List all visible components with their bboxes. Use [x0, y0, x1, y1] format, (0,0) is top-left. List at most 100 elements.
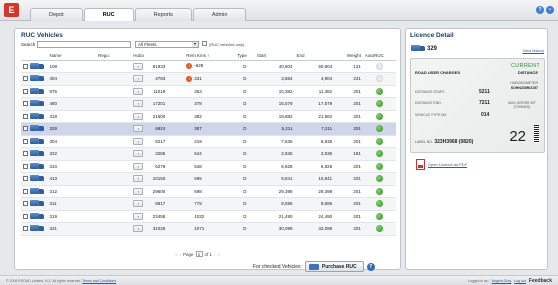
terms-link[interactable]: Terms and Conditions — [82, 279, 116, 283]
tab-admin[interactable]: Admin — [192, 8, 247, 21]
autoruc-on-icon[interactable] — [375, 150, 383, 158]
next-page-icon[interactable]: › — [214, 252, 216, 257]
column-type[interactable]: Type — [234, 51, 255, 61]
vehicle-name[interactable]: 319 — [47, 210, 96, 223]
table-row[interactable]: 311 ‹ 8817 779 D 8,595 9,595 201 — [21, 197, 396, 211]
column-end[interactable]: End — [294, 51, 335, 61]
settings-icon[interactable]: • — [546, 6, 554, 14]
vehicle-name[interactable]: 480 — [47, 97, 96, 111]
vehicle-name[interactable]: 312 — [47, 185, 96, 198]
column-weight[interactable]: Weight — [334, 51, 363, 61]
fleet-select[interactable]: All Fleets ▼ — [135, 41, 199, 48]
vehicle-name[interactable]: 304 — [47, 135, 96, 148]
row-checkbox[interactable] — [23, 113, 28, 119]
user-link[interactable]: Angela Gray — [492, 279, 511, 283]
row-checkbox[interactable] — [23, 163, 28, 169]
column-rego[interactable]: Rego. — [95, 51, 132, 61]
column-rem-kms[interactable]: Rem.Kms ↑ — [184, 51, 235, 61]
column-autoruc[interactable]: AutoRUC — [362, 51, 396, 61]
logout-link[interactable]: Log out — [514, 279, 526, 283]
hubo-edit-button[interactable]: ‹ — [133, 75, 144, 83]
prev-page-icon[interactable]: ‹ — [180, 252, 182, 257]
hubo-edit-button[interactable]: ‹ — [133, 150, 144, 158]
table-row[interactable]: 108 ‹ 81933! -628 D 40,804 50,904 121 — [21, 60, 396, 73]
row-checkbox[interactable] — [23, 88, 28, 94]
open-pdf-link[interactable]: Open Licence as PDF — [416, 159, 467, 170]
row-checkbox[interactable] — [23, 63, 28, 69]
hubo-edit-button[interactable]: ‹ — [133, 100, 144, 108]
autoruc-on-icon[interactable] — [375, 137, 383, 145]
vehicle-name[interactable]: 321 — [47, 222, 96, 236]
table-row[interactable]: 329 ‹ 6824 387 D 5,211 7,211 201 — [21, 122, 396, 136]
autoruc-on-icon[interactable] — [375, 187, 383, 195]
hubo-edit-button[interactable]: ‹ — [133, 212, 144, 220]
autoruc-on-icon[interactable] — [375, 225, 383, 233]
autoruc-off-icon[interactable] — [375, 75, 383, 83]
hubo-edit-button[interactable]: ‹ — [133, 175, 144, 183]
autoruc-on-icon[interactable] — [375, 112, 383, 120]
hubo-edit-button[interactable]: ‹ — [133, 200, 144, 208]
search-input[interactable] — [37, 41, 131, 48]
last-page-icon[interactable]: » — [218, 252, 221, 257]
vehicle-name[interactable]: 318 — [47, 110, 96, 123]
column-name[interactable]: Name — [47, 51, 96, 61]
ruc-only-checkbox[interactable] — [202, 41, 207, 46]
row-checkbox[interactable] — [23, 213, 28, 219]
row-checkbox[interactable] — [23, 76, 28, 82]
autoruc-on-icon[interactable] — [375, 212, 383, 220]
tab-reports[interactable]: Reports — [134, 8, 192, 21]
hubo-edit-button[interactable]: ‹ — [133, 112, 144, 120]
table-row[interactable]: 480 ‹ 17201 378 D 15,579 17,579 201 — [21, 97, 396, 111]
hubo-edit-button[interactable]: ‹ — [133, 187, 144, 195]
autoruc-on-icon[interactable] — [375, 87, 383, 95]
table-row[interactable]: 321 ‹ 31028 1071 D 30,099 32,099 201 — [21, 222, 396, 236]
row-checkbox[interactable] — [23, 101, 28, 107]
hubo-edit-button[interactable]: ‹ — [133, 225, 144, 233]
table-row[interactable]: 310 ‹ 6279 548 D 6,828 6,828 201 — [21, 160, 396, 173]
vehicle-name[interactable]: 311 — [47, 197, 96, 211]
hubo-edit-button[interactable]: ‹ — [133, 162, 144, 170]
help-icon[interactable]: ? — [366, 262, 375, 271]
hubo-edit-button[interactable]: ‹ — [133, 87, 144, 95]
row-checkbox[interactable] — [23, 226, 28, 232]
first-page-icon[interactable]: « — [175, 252, 178, 257]
tab-ruc[interactable]: RUC — [83, 8, 134, 21]
help-icon[interactable]: ? — [536, 6, 544, 14]
row-checkbox[interactable] — [23, 151, 28, 157]
vehicle-name[interactable]: 310 — [47, 160, 96, 173]
autoruc-on-icon[interactable] — [375, 162, 383, 170]
row-checkbox[interactable] — [23, 126, 28, 132]
autoruc-off-icon[interactable] — [375, 62, 383, 70]
row-checkbox[interactable] — [23, 201, 28, 207]
hubo-edit-button[interactable]: ‹ — [133, 125, 144, 133]
table-row[interactable]: 404 ‹ 4783! 331 D 3,884 4,904 241 — [21, 72, 396, 86]
table-row[interactable]: 875 ‹ 11018 363 D 10,382 11,382 201 — [21, 85, 396, 98]
table-row[interactable]: 312 ‹ 29600 698 D 29,398 29,398 201 — [21, 185, 396, 198]
table-row[interactable]: 319 ‹ 23458 1032 D 21,490 24,490 201 — [21, 210, 396, 223]
hubo-edit-button[interactable]: ‹ — [133, 137, 144, 145]
autoruc-on-icon[interactable] — [375, 125, 383, 133]
vehicle-name[interactable]: 413 — [47, 172, 96, 186]
vehicle-name[interactable]: 875 — [47, 85, 96, 98]
table-row[interactable]: 413 ‹ 10150 695 D 9,841 10,841 201 — [21, 172, 396, 186]
autoruc-on-icon[interactable] — [375, 200, 383, 208]
hubo-edit-button[interactable]: ‹ — [133, 62, 144, 70]
vehicle-name[interactable]: 329 — [47, 122, 96, 136]
column-hubo[interactable]: Hubo — [131, 51, 185, 61]
tab-depot[interactable]: Depot — [30, 8, 83, 21]
column-start[interactable]: Start — [254, 51, 295, 61]
table-row[interactable]: 318 ‹ 21600 382 D 19,882 21,982 201 — [21, 110, 396, 123]
row-checkbox[interactable] — [23, 176, 28, 182]
table-row[interactable]: 322 ‹ 3285 544 D 2,836 3,836 181 — [21, 147, 396, 161]
autoruc-on-icon[interactable] — [375, 100, 383, 108]
vehicle-name[interactable]: 322 — [47, 147, 96, 161]
autoruc-on-icon[interactable] — [375, 175, 383, 183]
table-row[interactable]: 304 ‹ 8217 419 D 7,636 8,636 201 — [21, 135, 396, 148]
page-input[interactable]: 1 — [195, 251, 203, 257]
row-checkbox[interactable] — [23, 188, 28, 194]
vehicle-name[interactable]: 108 — [47, 60, 96, 73]
row-checkbox[interactable] — [23, 138, 28, 144]
purchase-ruc-button[interactable]: Purchase RUC — [304, 261, 364, 272]
view-history-link[interactable]: View history — [523, 48, 545, 53]
feedback-button[interactable]: Feedback — [529, 278, 552, 284]
